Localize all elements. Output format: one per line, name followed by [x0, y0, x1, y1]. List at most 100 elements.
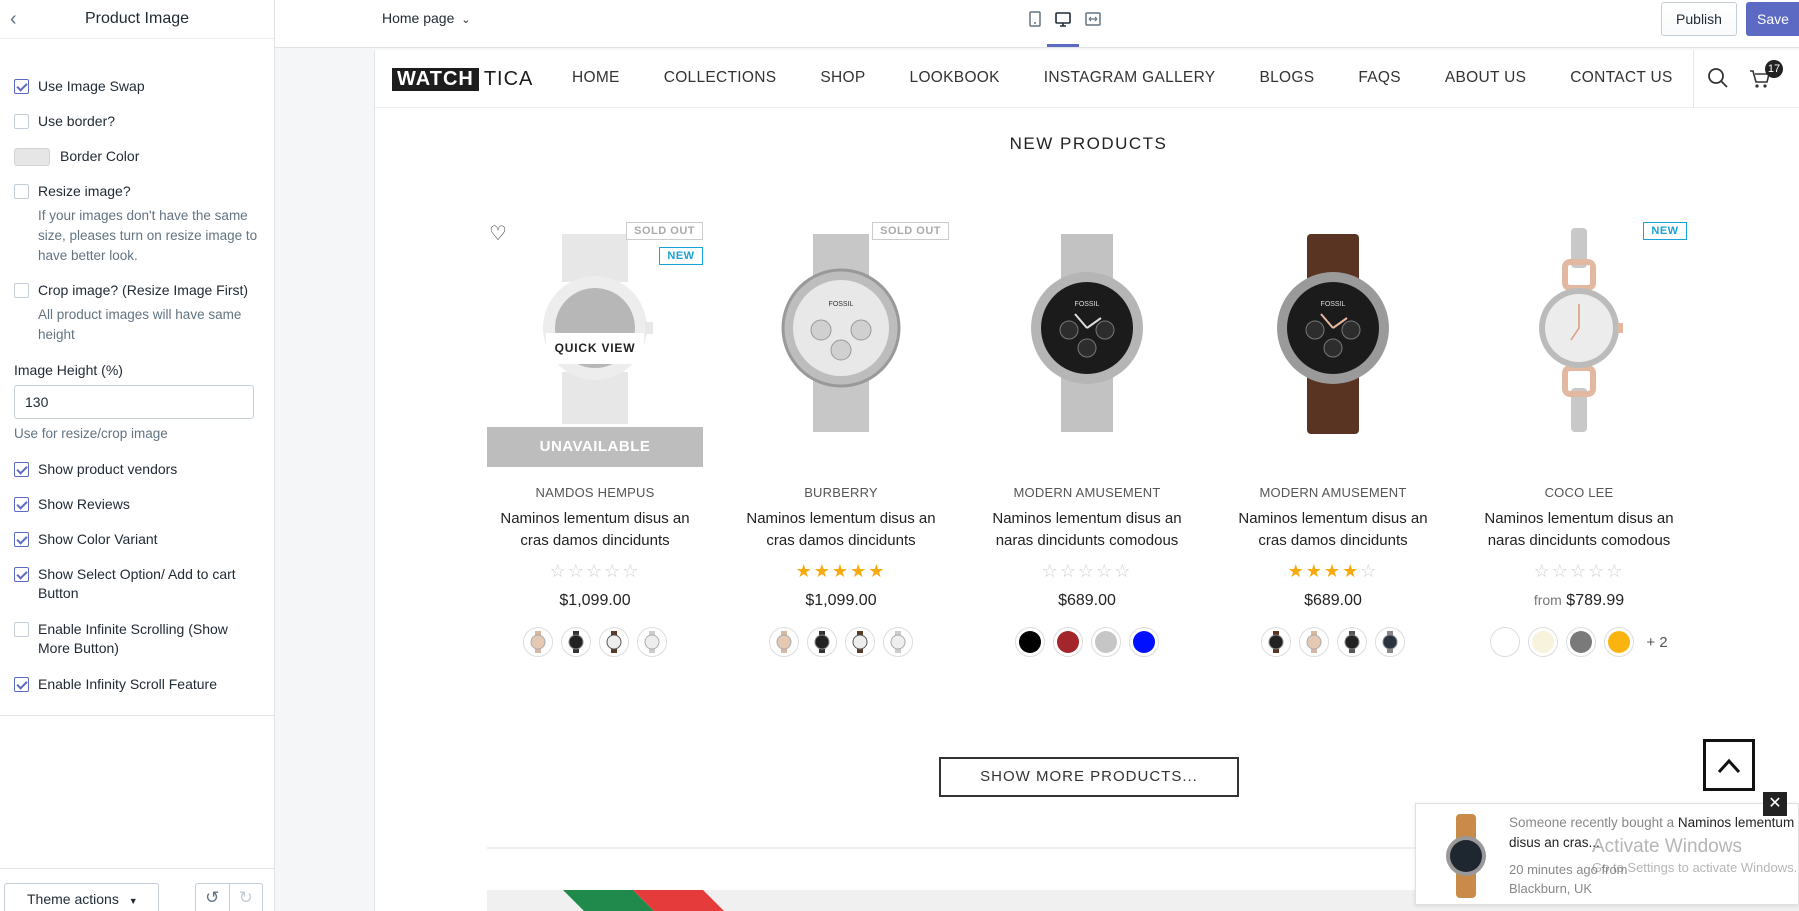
- product-name[interactable]: Naminos lementum disus an naras dincidun…: [979, 508, 1195, 552]
- menu-item-blogs[interactable]: BLOGS: [1259, 69, 1314, 87]
- product-image[interactable]: NEW: [1471, 222, 1687, 467]
- theme-actions-button[interactable]: Theme actions ▼: [4, 883, 159, 911]
- page-selector[interactable]: Home page ⌄: [382, 10, 471, 26]
- undo-icon[interactable]: ↺: [196, 884, 229, 911]
- variant-swatch[interactable]: [807, 627, 837, 657]
- variant-swatch[interactable]: [637, 627, 667, 657]
- variant-swatch[interactable]: [769, 627, 799, 657]
- variant-color-gray[interactable]: [1566, 627, 1597, 657]
- rating-stars: ☆☆☆☆☆: [549, 561, 641, 581]
- more-variants[interactable]: + 2: [1646, 634, 1667, 651]
- product-vendor[interactable]: MODERN AMUSEMENT: [1225, 485, 1441, 500]
- checkbox[interactable]: [14, 184, 29, 199]
- product-card[interactable]: NEW COCO LEE Naminos lementum disus an n…: [1471, 222, 1687, 657]
- logo-part-right: TICA: [483, 68, 534, 90]
- checkbox[interactable]: [14, 114, 29, 129]
- menu-item-contact-us[interactable]: CONTACT US: [1570, 69, 1672, 87]
- option-show-color-variant[interactable]: Show Color Variant: [14, 530, 158, 549]
- checkbox[interactable]: [14, 677, 29, 692]
- border-color-swatch[interactable]: [14, 147, 50, 166]
- option-show-vendors[interactable]: Show product vendors: [14, 460, 177, 479]
- product-image[interactable]: FOSSIL: [1225, 222, 1441, 467]
- option-infinite-scrolling[interactable]: Enable Infinite Scrolling (Show More But…: [14, 620, 244, 658]
- checkbox[interactable]: [14, 567, 29, 582]
- product-vendor[interactable]: BURBERRY: [733, 485, 949, 500]
- rating-stars: ★★★★☆: [1287, 561, 1379, 581]
- wishlist-heart-icon[interactable]: ♡: [489, 224, 507, 244]
- option-crop-image[interactable]: Crop image? (Resize Image First): [14, 281, 248, 300]
- option-use-image-swap[interactable]: Use Image Swap: [14, 77, 145, 96]
- product-price: $689.00: [1304, 592, 1362, 609]
- menu-item-about-us[interactable]: ABOUT US: [1445, 69, 1526, 87]
- variant-swatch[interactable]: [883, 627, 913, 657]
- variant-swatch[interactable]: [1337, 627, 1367, 657]
- product-name[interactable]: Naminos lementum disus an cras damos din…: [1225, 508, 1441, 552]
- product-price: $1,099.00: [559, 592, 631, 609]
- full-width-view-icon[interactable]: [1084, 10, 1102, 28]
- unavailable-button[interactable]: UNAVAILABLE: [487, 427, 703, 467]
- product-name[interactable]: Naminos lementum disus an cras damos din…: [487, 508, 703, 552]
- color-variants: [979, 627, 1195, 657]
- store-preview: WATCH TICA HOME COLLECTIONS SHOP LOOKBOOK…: [374, 50, 1799, 911]
- variant-swatch[interactable]: [1261, 627, 1291, 657]
- back-to-top-button[interactable]: [1703, 739, 1755, 791]
- product-name[interactable]: Naminos lementum disus an naras dincidun…: [1471, 508, 1687, 552]
- option-border-color[interactable]: Border Color: [14, 147, 139, 166]
- checkbox[interactable]: [14, 497, 29, 512]
- product-card[interactable]: ♡ SOLD OUT NEW QUICK VIEW UNAVAILABLE NA…: [487, 222, 703, 657]
- save-button[interactable]: Save: [1746, 2, 1799, 36]
- product-card[interactable]: FOSSIL SOLD OUT BURBERRY Naminos lementu…: [733, 222, 949, 657]
- show-more-button[interactable]: SHOW MORE PRODUCTS...: [939, 757, 1239, 797]
- option-show-reviews[interactable]: Show Reviews: [14, 495, 130, 514]
- checkbox[interactable]: [14, 462, 29, 477]
- variant-swatch[interactable]: [1299, 627, 1329, 657]
- product-card[interactable]: FOSSIL MODERN AMUSEMENT Naminos lementum…: [1225, 222, 1441, 657]
- variant-color-silver[interactable]: [1091, 627, 1121, 657]
- product-image[interactable]: ♡ SOLD OUT NEW QUICK VIEW UNAVAILABLE: [487, 222, 703, 467]
- close-icon[interactable]: ✕: [1763, 792, 1787, 816]
- product-vendor[interactable]: MODERN AMUSEMENT: [979, 485, 1195, 500]
- variant-color-white[interactable]: [1490, 627, 1521, 657]
- variant-swatch[interactable]: [599, 627, 629, 657]
- menu-item-faqs[interactable]: FAQS: [1358, 69, 1401, 87]
- product-image[interactable]: FOSSIL: [979, 222, 1195, 467]
- variant-color-blue[interactable]: [1129, 627, 1159, 657]
- caret-down-icon: ▼: [128, 896, 138, 906]
- checkbox[interactable]: [14, 532, 29, 547]
- variant-swatch[interactable]: [845, 627, 875, 657]
- product-vendor[interactable]: COCO LEE: [1471, 485, 1687, 500]
- option-label: Use Image Swap: [38, 78, 145, 94]
- menu-item-lookbook[interactable]: LOOKBOOK: [910, 69, 1000, 87]
- option-resize-image[interactable]: Resize image?: [14, 182, 131, 201]
- variant-color-cream[interactable]: [1528, 627, 1559, 657]
- variant-swatch[interactable]: [1375, 627, 1405, 657]
- redo-icon[interactable]: ↻: [228, 884, 263, 911]
- menu-item-instagram-gallery[interactable]: INSTAGRAM GALLERY: [1044, 69, 1216, 87]
- variant-color-yellow[interactable]: [1604, 627, 1635, 657]
- checkbox[interactable]: [14, 622, 29, 637]
- variant-color-black[interactable]: [1015, 627, 1045, 657]
- product-vendor[interactable]: NAMDOS HEMPUS: [487, 485, 703, 500]
- option-show-select-option[interactable]: Show Select Option/ Add to cart Button: [14, 565, 244, 603]
- checkbox[interactable]: [14, 283, 29, 298]
- option-use-border[interactable]: Use border?: [14, 112, 115, 131]
- menu-item-shop[interactable]: SHOP: [820, 69, 865, 87]
- option-infinity-scroll-feature[interactable]: Enable Infinity Scroll Feature: [14, 675, 217, 694]
- mobile-view-icon[interactable]: [1026, 10, 1044, 28]
- menu-item-collections[interactable]: COLLECTIONS: [664, 69, 777, 87]
- product-image[interactable]: FOSSIL SOLD OUT: [733, 222, 949, 467]
- search-icon[interactable]: [1707, 67, 1729, 89]
- publish-button[interactable]: Publish: [1661, 2, 1737, 36]
- quick-view-button[interactable]: QUICK VIEW: [546, 333, 644, 364]
- image-height-input[interactable]: [14, 385, 254, 419]
- variant-swatch[interactable]: [523, 627, 553, 657]
- menu-item-home[interactable]: HOME: [572, 69, 620, 87]
- product-name[interactable]: Naminos lementum disus an cras damos din…: [733, 508, 949, 552]
- store-logo[interactable]: WATCH TICA: [392, 68, 538, 91]
- variant-color-red[interactable]: [1053, 627, 1083, 657]
- variant-swatch[interactable]: [561, 627, 591, 657]
- toast-prefix: Someone recently bought a: [1509, 815, 1675, 830]
- checkbox[interactable]: [14, 79, 29, 94]
- desktop-view-icon[interactable]: [1054, 10, 1072, 28]
- product-card[interactable]: FOSSIL MODERN AMUSEMENT Naminos lementum…: [979, 222, 1195, 657]
